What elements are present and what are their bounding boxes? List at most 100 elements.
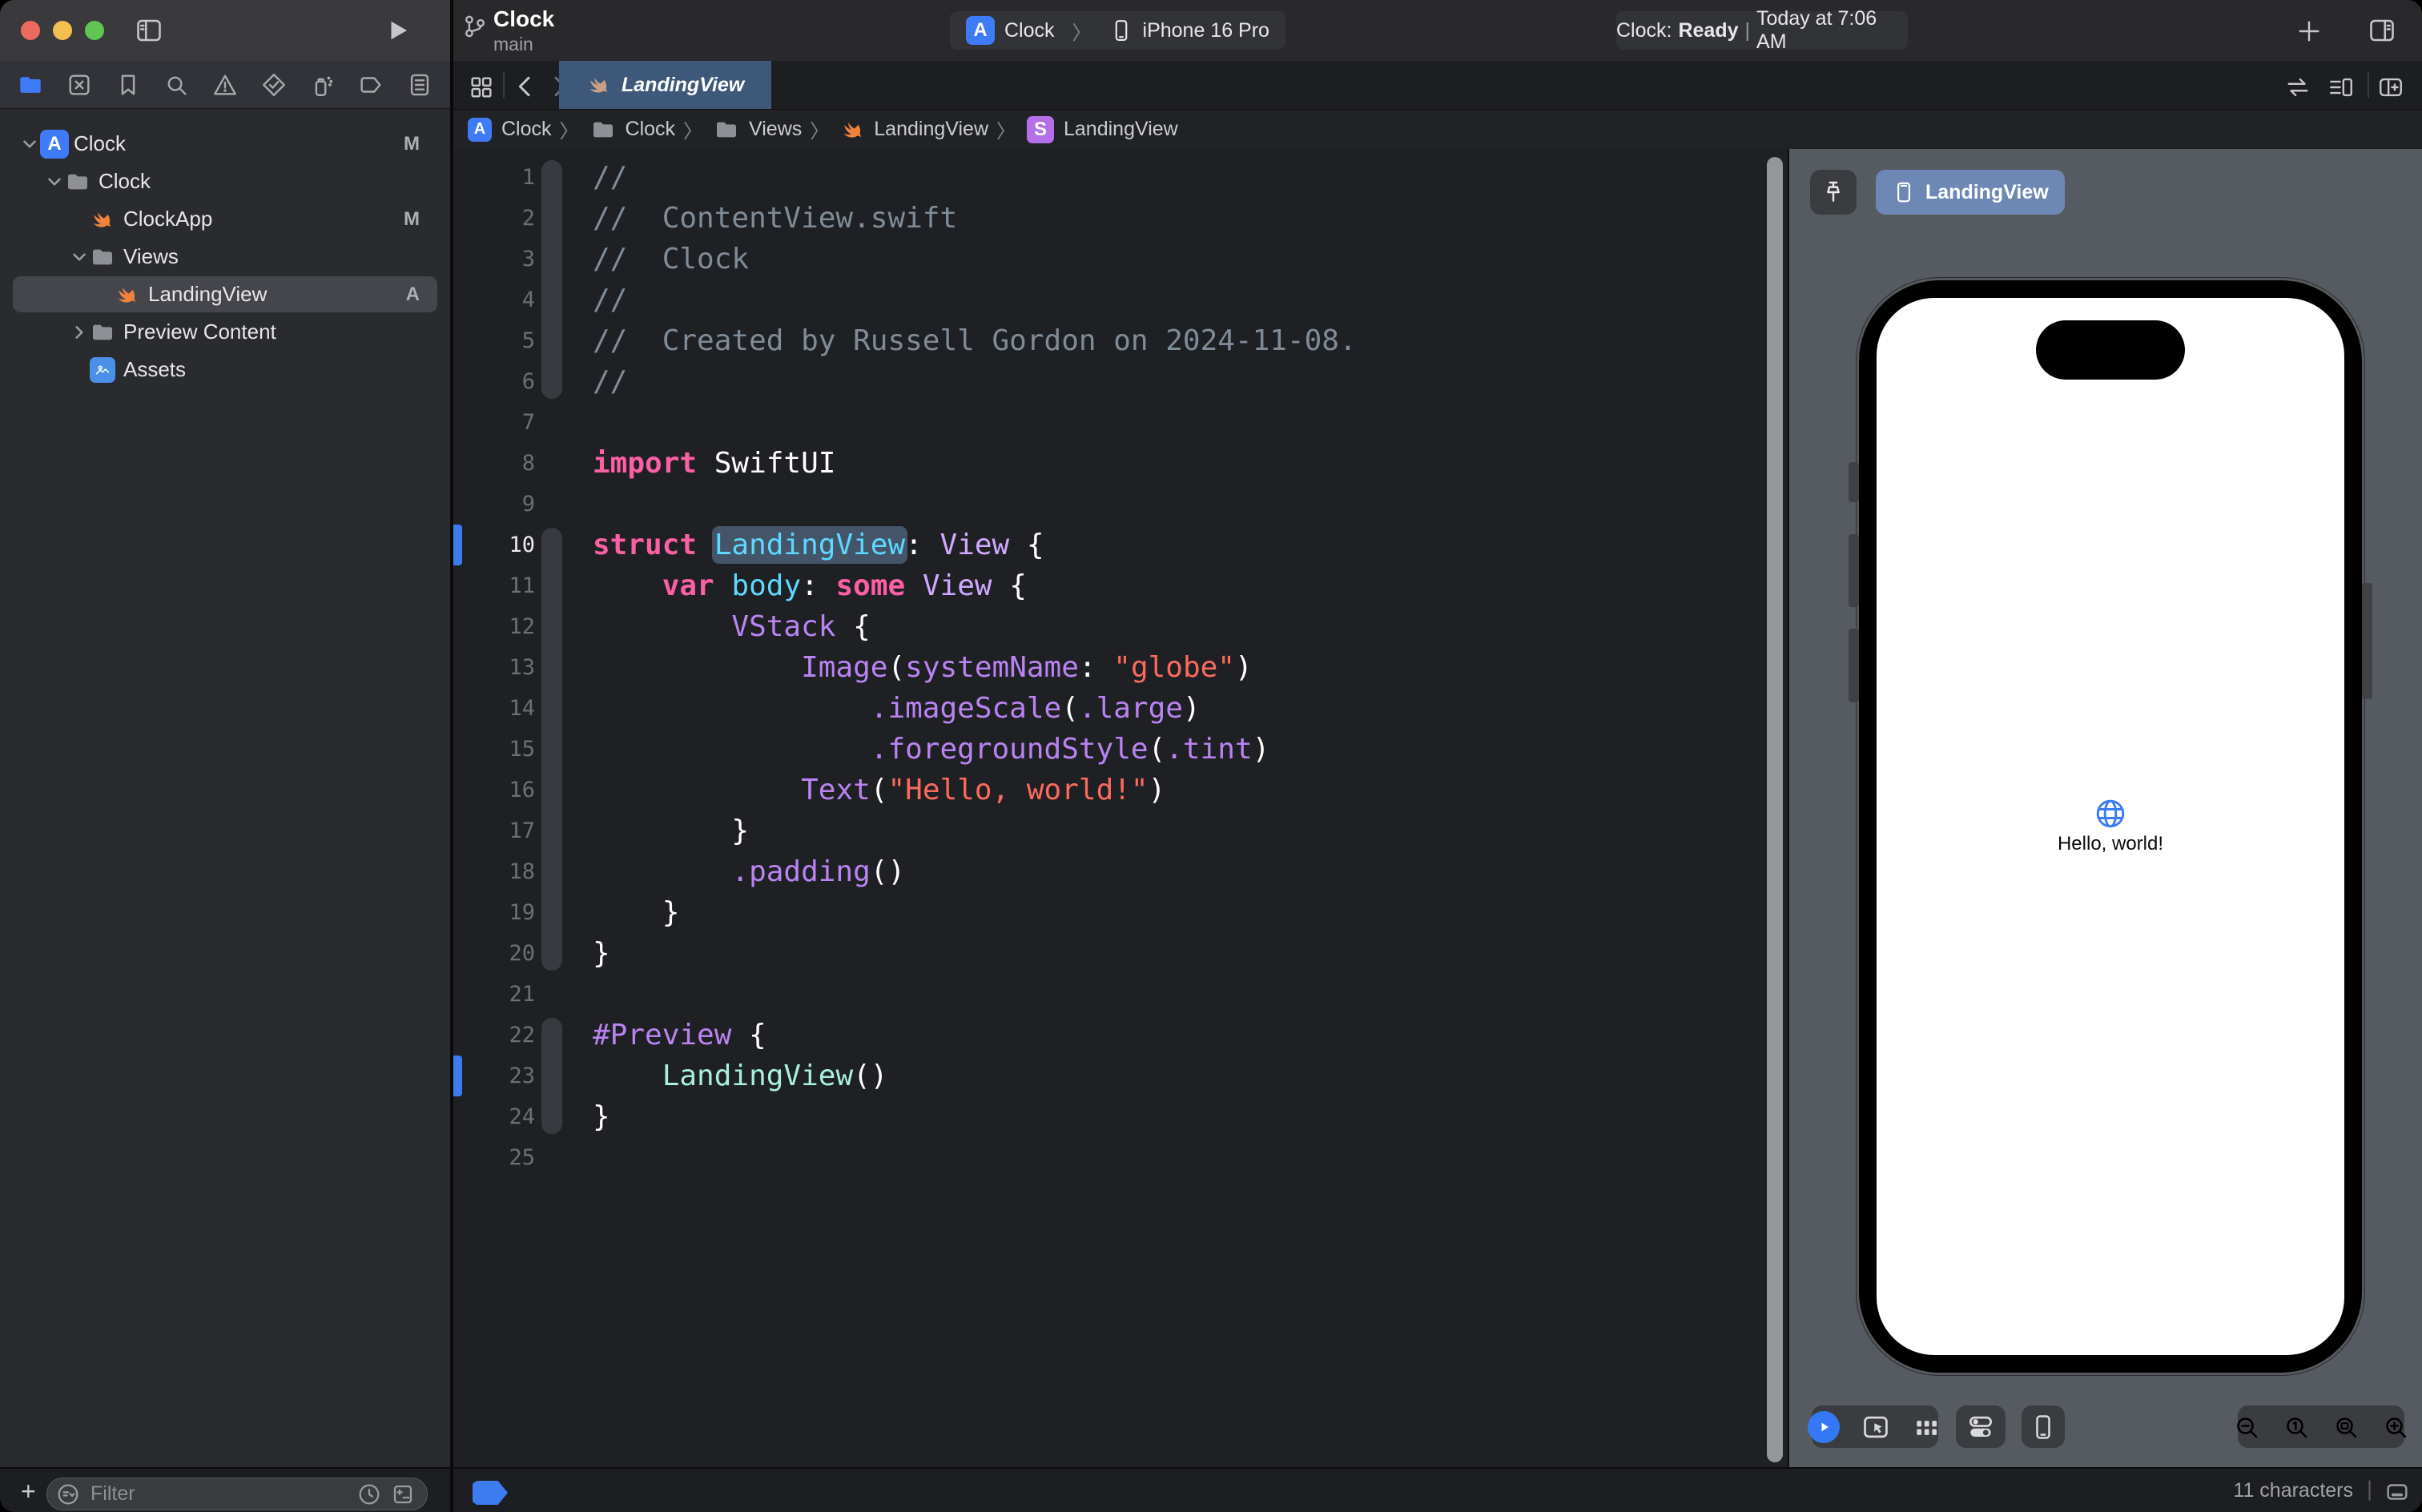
line-number[interactable]: 5 — [453, 320, 535, 361]
code-text[interactable]: } — [535, 892, 680, 933]
code-line[interactable]: 21 — [453, 974, 1788, 1015]
code-line[interactable]: 25 — [453, 1137, 1788, 1178]
code-line[interactable]: 5 // Created by Russell Gordon on 2024-11… — [453, 320, 1788, 361]
code-text[interactable]: } — [535, 933, 610, 974]
device-settings-button[interactable] — [1956, 1405, 2006, 1448]
recent-files-filter-icon[interactable] — [356, 1482, 382, 1507]
breadcrumb-item[interactable]: LandingView — [1064, 118, 1178, 141]
inspector-toggle-icon[interactable] — [2368, 16, 2396, 45]
code-text[interactable]: VStack { — [535, 606, 870, 647]
line-number[interactable]: 1 — [453, 157, 535, 198]
code-line[interactable]: 22 #Preview { — [453, 1015, 1788, 1056]
bookmark-navigator-icon[interactable] — [115, 71, 142, 99]
minimize-button[interactable] — [53, 21, 72, 40]
source-control-navigator-icon[interactable] — [66, 71, 93, 99]
scheme-selector[interactable]: A Clock 〉 iPhone 16 Pro — [950, 11, 1285, 50]
code-line[interactable]: 7 — [453, 402, 1788, 443]
code-text[interactable] — [535, 974, 593, 1015]
zoom-in-icon[interactable] — [2381, 1413, 2410, 1442]
code-text[interactable]: // Created by Russell Gordon on 2024-11-… — [535, 320, 1357, 361]
code-text[interactable] — [535, 484, 593, 525]
line-number[interactable]: 25 — [453, 1137, 535, 1178]
line-number[interactable]: 14 — [453, 688, 535, 729]
preview-screen[interactable]: Hello, world! — [1877, 298, 2344, 1355]
code-text[interactable] — [535, 1137, 593, 1178]
zoom-out-icon[interactable] — [2232, 1413, 2261, 1442]
code-line[interactable]: 8 import SwiftUI — [453, 443, 1788, 484]
code-text[interactable]: } — [535, 810, 749, 851]
line-number[interactable]: 3 — [453, 239, 535, 279]
line-number[interactable]: 9 — [453, 484, 535, 525]
code-text[interactable]: // — [535, 157, 627, 198]
code-line[interactable]: 9 — [453, 484, 1788, 525]
code-line[interactable]: 10 struct LandingView: View { — [453, 525, 1788, 565]
line-number[interactable]: 11 — [453, 565, 535, 606]
sidebar-item-clock[interactable]: A Clock M — [0, 125, 450, 163]
breadcrumb-item[interactable]: Views — [749, 118, 802, 141]
live-preview-icon[interactable] — [1808, 1410, 1840, 1443]
code-text[interactable]: .imageScale(.large) — [535, 688, 1201, 729]
code-line[interactable]: 1 // — [453, 157, 1788, 198]
library-add-button[interactable] — [2295, 18, 2323, 45]
preview-device-chip[interactable]: LandingView — [1876, 170, 2065, 215]
line-number[interactable]: 7 — [453, 402, 535, 443]
filter-menu-icon[interactable] — [55, 1482, 81, 1507]
navigator-divider[interactable] — [450, 0, 453, 1512]
line-number[interactable]: 10 — [453, 525, 535, 565]
zoom-button[interactable] — [85, 21, 104, 40]
source-control-filter-icon[interactable] — [390, 1482, 416, 1507]
code-text[interactable]: #Preview { — [535, 1015, 766, 1056]
code-text[interactable]: // — [535, 279, 627, 320]
zoom-to-fit-icon[interactable] — [2331, 1413, 2360, 1442]
code-text[interactable]: LandingView() — [535, 1056, 888, 1096]
code-text[interactable]: .foregroundStyle(.tint) — [535, 729, 1270, 770]
code-line[interactable]: 4 // — [453, 279, 1788, 320]
breadcrumb-item[interactable]: Clock — [501, 118, 552, 141]
sidebar-item-clockapp[interactable]: ClockApp M — [0, 200, 450, 238]
editor-bottom-bar-toggle-icon[interactable] — [2384, 1478, 2411, 1506]
line-number[interactable]: 15 — [453, 729, 535, 770]
sidebar-item-views[interactable]: Views — [0, 238, 450, 275]
line-number[interactable]: 6 — [453, 361, 535, 402]
jump-bar[interactable]: A Clock 〉 Clock 〉 Views 〉 LandingView 〉 S LandingV… — [453, 110, 2422, 149]
sidebar-item-clock[interactable]: Clock — [0, 163, 450, 200]
code-text[interactable]: var body: some View { — [535, 565, 1027, 606]
breakpoint-navigator-icon[interactable] — [357, 71, 384, 99]
code-text[interactable]: Text("Hello, world!") — [535, 770, 1165, 810]
line-number[interactable]: 13 — [453, 647, 535, 688]
code-text[interactable]: // — [535, 361, 627, 402]
code-text[interactable]: Image(systemName: "globe") — [535, 647, 1253, 688]
code-line[interactable]: 17 } — [453, 810, 1788, 851]
code-text[interactable]: struct LandingView: View { — [535, 525, 1044, 565]
line-number[interactable]: 18 — [453, 851, 535, 892]
sidebar-item-landingview[interactable]: LandingView A — [0, 275, 450, 313]
code-text[interactable]: // Clock — [535, 239, 749, 279]
add-file-button[interactable]: + — [21, 1477, 36, 1506]
disclosure-open-icon[interactable] — [19, 134, 40, 155]
close-button[interactable] — [21, 21, 40, 40]
breadcrumb-item[interactable]: LandingView — [874, 118, 988, 141]
disclosure-open-icon[interactable] — [44, 171, 65, 192]
selectable-mode-icon[interactable] — [1861, 1412, 1891, 1442]
code-line[interactable]: 14 .imageScale(.large) — [453, 688, 1788, 729]
code-line[interactable]: 15 .foregroundStyle(.tint) — [453, 729, 1788, 770]
code-line[interactable]: 18 .padding() — [453, 851, 1788, 892]
line-number[interactable]: 17 — [453, 810, 535, 851]
code-line[interactable]: 13 Image(systemName: "globe") — [453, 647, 1788, 688]
line-number[interactable]: 4 — [453, 279, 535, 320]
project-navigator-icon[interactable] — [17, 71, 44, 99]
tab-landingview[interactable]: LandingView — [559, 61, 772, 109]
code-line[interactable]: 12 VStack { — [453, 606, 1788, 647]
code-line[interactable]: 19 } — [453, 892, 1788, 933]
filter-field[interactable]: Filter — [46, 1478, 428, 1510]
test-navigator-icon[interactable] — [260, 71, 288, 99]
code-text[interactable]: import SwiftUI — [535, 443, 835, 484]
line-number[interactable]: 2 — [453, 198, 535, 239]
activity-status[interactable]: Clock: Ready | Today at 7:06 AM — [1616, 7, 1908, 53]
breakpoint-indicator[interactable] — [473, 1481, 508, 1505]
sidebar-item-preview-content[interactable]: Preview Content — [0, 313, 450, 351]
source-editor[interactable]: 1 // 2 // ContentView.swift 3 // Clock 4 // 5 // … — [453, 149, 1788, 1467]
line-number[interactable]: 8 — [453, 443, 535, 484]
device-bezels-button[interactable] — [2022, 1405, 2065, 1448]
disclosure-closed-icon[interactable] — [69, 322, 90, 343]
